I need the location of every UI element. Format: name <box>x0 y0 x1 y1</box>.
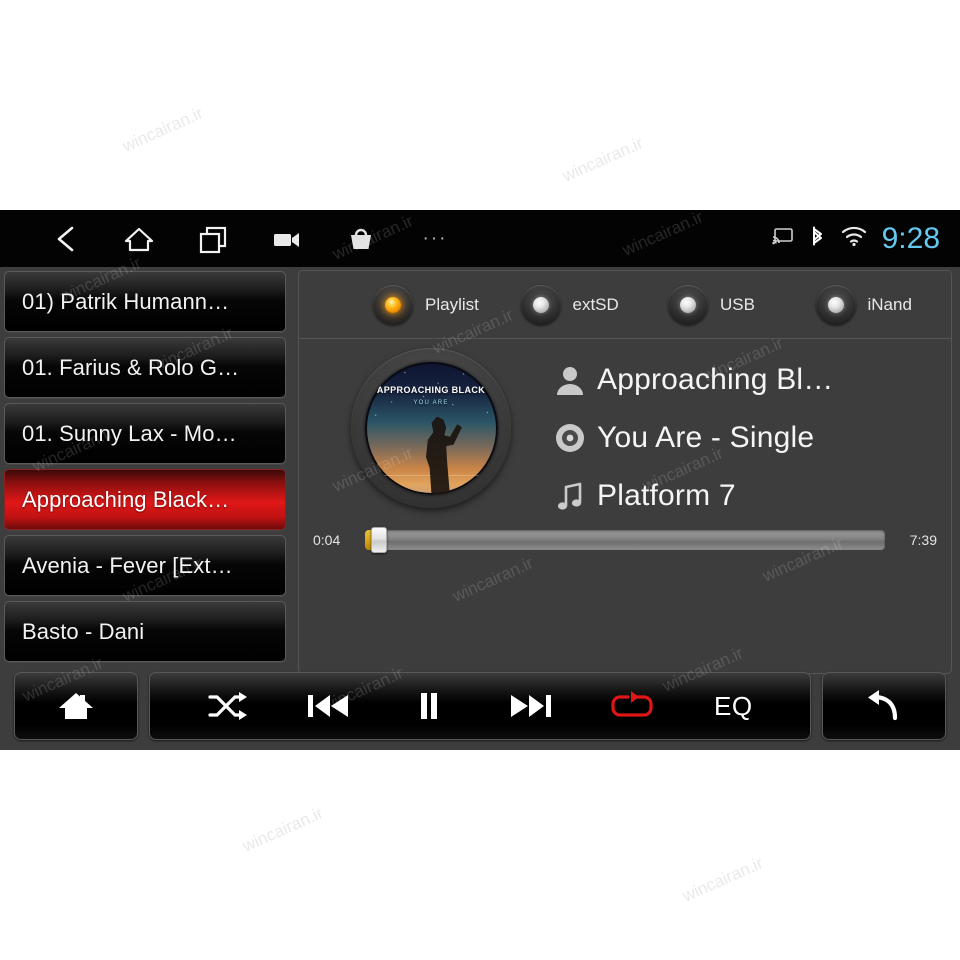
cast-icon <box>771 227 794 250</box>
led-indicator <box>520 284 561 325</box>
source-option-label: USB <box>720 294 755 314</box>
source-option-extsd[interactable]: extSD <box>509 284 657 325</box>
playback-progress: 0:04 7:39 <box>299 523 951 557</box>
led-indicator-on <box>373 284 413 325</box>
playback-button-group: EQ <box>149 672 811 740</box>
watermark: wincairan.ir <box>119 103 206 156</box>
home-icon[interactable] <box>102 210 176 267</box>
recent-apps-icon[interactable] <box>176 210 250 267</box>
camera-icon[interactable] <box>250 210 324 267</box>
eq-label: EQ <box>714 690 753 721</box>
list-item-label: 01. Farius & Rolo G… <box>22 354 240 380</box>
watermark: wincairan.ir <box>559 133 646 186</box>
watermark: wincairan.ir <box>239 803 326 856</box>
album-art-title: APPROACHING BLACK <box>376 385 486 396</box>
list-item-label: 01. Sunny Lax - Mo… <box>22 420 237 446</box>
home-icon <box>59 693 93 719</box>
list-item[interactable]: Avenia - Fever [Ext… <box>4 535 286 596</box>
home-button[interactable] <box>14 672 138 740</box>
seek-bar-thumb[interactable] <box>371 527 387 553</box>
led-indicator <box>668 284 708 325</box>
pause-icon <box>421 693 438 719</box>
source-option-playlist[interactable]: Playlist <box>361 284 509 325</box>
wifi-icon <box>840 225 868 252</box>
previous-icon <box>307 695 348 717</box>
album-art-bezel: APPROACHING BLACK YOU ARE <box>351 348 511 508</box>
more-icon[interactable]: ··· <box>398 210 472 267</box>
next-icon <box>510 695 551 717</box>
metadata-row-album: You Are - Single <box>543 409 937 467</box>
list-item-label: Basto - Dani <box>22 618 145 644</box>
list-item[interactable]: Basto - Dani <box>4 601 286 662</box>
album-disc-icon <box>543 421 597 455</box>
led-indicator <box>815 284 856 325</box>
track-title: Platform 7 <box>597 479 736 512</box>
status-bar-clock: 9:28 <box>881 221 940 255</box>
list-item-selected[interactable]: Approaching Black… <box>4 469 286 530</box>
repeat-icon <box>611 691 653 717</box>
shuffle-button[interactable] <box>176 673 277 739</box>
album-art-subtitle: YOU ARE <box>413 400 449 407</box>
source-option-label: iNand <box>867 294 912 314</box>
android-status-bar: ··· 9:28 <box>0 210 960 267</box>
back-icon[interactable] <box>28 210 102 267</box>
source-option-label: Playlist <box>425 294 479 314</box>
seek-bar[interactable] <box>365 527 885 553</box>
album-art: APPROACHING BLACK YOU ARE <box>364 361 498 495</box>
back-button[interactable] <box>822 672 946 740</box>
playlist-panel[interactable]: 01) Patrik Humann… 01. Farius & Rolo G… … <box>0 267 290 677</box>
artist-icon <box>543 363 597 397</box>
list-item[interactable]: 01. Sunny Lax - Mo… <box>4 403 286 464</box>
shopping-bag-icon[interactable] <box>324 210 398 267</box>
shuffle-icon <box>208 692 247 720</box>
album-name: You Are - Single <box>597 421 815 454</box>
repeat-button[interactable] <box>581 673 682 739</box>
track-metadata: Approaching Bl… You Are - Single Platfor… <box>543 351 937 525</box>
watermark: wincairan.ir <box>679 853 766 906</box>
duration-time: 7:39 <box>909 532 937 548</box>
list-item-label: 01) Patrik Humann… <box>22 288 230 314</box>
music-note-icon <box>543 479 597 513</box>
list-item[interactable]: 01. Farius & Rolo G… <box>4 337 286 398</box>
now-playing-area: APPROACHING BLACK YOU ARE Approaching Bl… <box>299 339 951 569</box>
bluetooth-icon <box>808 223 826 254</box>
player-panel: Playlist extSD USB iNand APPROACHING BLA… <box>298 270 952 674</box>
eq-button[interactable]: EQ <box>683 673 784 739</box>
transport-controls: EQ <box>0 670 960 742</box>
source-option-inand[interactable]: iNand <box>804 284 952 325</box>
source-option-usb[interactable]: USB <box>656 284 804 325</box>
list-item-label: Avenia - Fever [Ext… <box>22 552 233 578</box>
source-selector: Playlist extSD USB iNand <box>299 271 951 339</box>
status-indicators: 9:28 <box>771 210 940 267</box>
more-icon-glyph: ··· <box>422 228 448 249</box>
list-item-label: Approaching Black… <box>22 486 230 512</box>
artist-name: Approaching Bl… <box>597 363 834 396</box>
metadata-row-title: Platform 7 <box>543 467 937 525</box>
system-nav-icons: ··· <box>28 210 472 267</box>
list-item[interactable]: 01) Patrik Humann… <box>4 271 286 332</box>
next-button[interactable] <box>480 673 581 739</box>
pause-button[interactable] <box>379 673 480 739</box>
source-option-label: extSD <box>572 294 619 314</box>
car-stereo-screen: ··· 9:28 01) Patrik Humann… 01. Farius &… <box>0 210 960 750</box>
back-arrow-icon <box>868 690 898 721</box>
metadata-row-artist: Approaching Bl… <box>543 351 937 409</box>
elapsed-time: 0:04 <box>313 532 341 548</box>
previous-button[interactable] <box>277 673 378 739</box>
